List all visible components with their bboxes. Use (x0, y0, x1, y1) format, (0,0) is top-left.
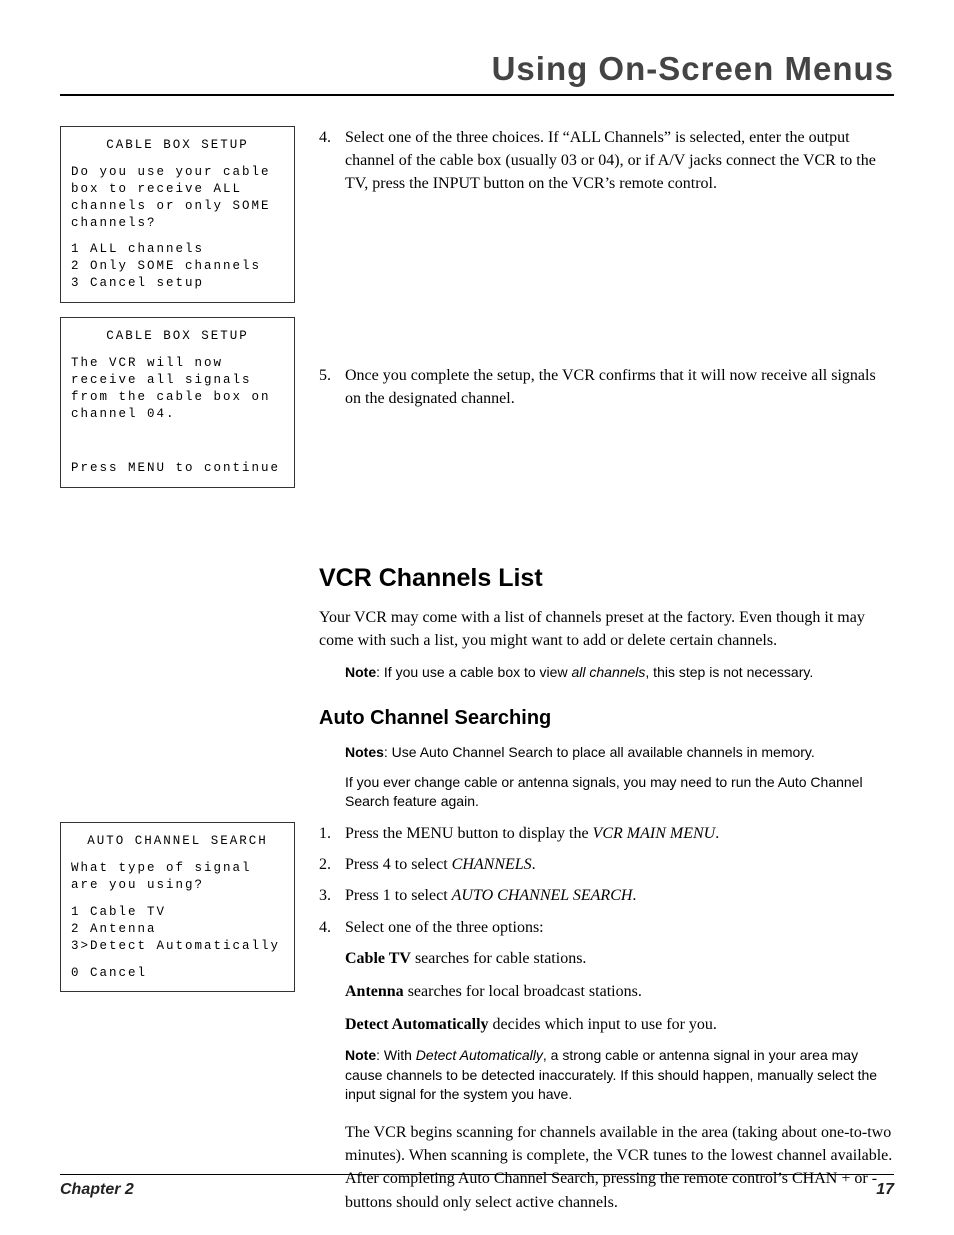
option-name: Detect Automatically (345, 1016, 489, 1033)
option-desc: searches for local broadcast stations. (404, 983, 642, 1000)
step-text: Select one of the three choices. If “ALL… (345, 126, 894, 196)
step-5: 5. Once you complete the setup, the VCR … (319, 364, 894, 410)
footer-page-number: 17 (876, 1181, 894, 1199)
note-text: : With (376, 1047, 416, 1063)
menu-name: AUTO CHANNEL SEARCH (452, 887, 633, 904)
screen-option: 2 Only SOME channels (71, 258, 284, 275)
note: Note: With Detect Automatically, a stron… (345, 1046, 894, 1105)
auto-step-4: 4. Select one of the three options: (319, 916, 894, 939)
screen-option: 1 Cable TV (71, 904, 284, 921)
screen-message: The VCR will now receive all signals fro… (71, 355, 284, 423)
option-desc: decides which input to use for you. (489, 1016, 717, 1033)
text: . (715, 825, 719, 842)
text: Press the MENU button to display the (345, 825, 593, 842)
note-text: : If you use a cable box to view (376, 664, 571, 680)
option-desc: searches for cable stations. (411, 950, 586, 967)
note-italic: all channels (571, 664, 645, 680)
screen-title: CABLE BOX SETUP (71, 328, 284, 345)
page-body: CABLE BOX SETUP Do you use your cable bo… (60, 126, 894, 1224)
screen-prompt: Do you use your cable box to receive ALL… (71, 164, 284, 232)
screen-option: 3>Detect Automatically (71, 938, 284, 955)
option-detect-automatically: Detect Automatically decides which input… (345, 1013, 894, 1036)
paragraph: The VCR begins scanning for channels ava… (345, 1121, 894, 1214)
left-column: CABLE BOX SETUP Do you use your cable bo… (60, 126, 295, 1224)
step-text: Press the MENU button to display the VCR… (345, 822, 719, 845)
option-antenna: Antenna searches for local broadcast sta… (345, 980, 894, 1003)
menu-name: CHANNELS (452, 856, 532, 873)
note: Note: If you use a cable box to view all… (345, 663, 894, 683)
notes-text: If you ever change cable or antenna sign… (345, 773, 894, 812)
screen-option: 2 Antenna (71, 921, 284, 938)
menu-name: VCR MAIN MENU (593, 825, 716, 842)
auto-step-2: 2. Press 4 to select CHANNELS. (319, 853, 894, 876)
text: Press 4 to select (345, 856, 452, 873)
step-number: 2. (319, 853, 345, 876)
text: Press 1 to select (345, 887, 452, 904)
text: . (532, 856, 536, 873)
option-cable-tv: Cable TV searches for cable stations. (345, 947, 894, 970)
page: Using On-Screen Menus CABLE BOX SETUP Do… (0, 0, 954, 1235)
screen-option: 1 ALL channels (71, 241, 284, 258)
step-text: Press 1 to select AUTO CHANNEL SEARCH. (345, 884, 636, 907)
screen-auto-channel-search: AUTO CHANNEL SEARCH What type of signal … (60, 822, 295, 992)
step-number: 4. (319, 916, 345, 939)
screen-title: CABLE BOX SETUP (71, 137, 284, 154)
heading-vcr-channels-list: VCR Channels List (319, 560, 894, 596)
footer-chapter: Chapter 2 (60, 1181, 134, 1199)
screen-cable-box-setup-1: CABLE BOX SETUP Do you use your cable bo… (60, 126, 295, 303)
screen-title: AUTO CHANNEL SEARCH (71, 833, 284, 850)
note-label: Note (345, 664, 376, 680)
note-text: , this step is not necessary. (645, 664, 813, 680)
step-text: Press 4 to select CHANNELS. (345, 853, 536, 876)
header-title: Using On-Screen Menus (492, 50, 894, 87)
screen-option: 3 Cancel setup (71, 275, 284, 292)
paragraph: Your VCR may come with a list of channel… (319, 606, 894, 652)
page-footer: Chapter 2 17 (60, 1174, 894, 1199)
page-header: Using On-Screen Menus (60, 50, 894, 96)
screen-cable-box-setup-2: CABLE BOX SETUP The VCR will now receive… (60, 317, 295, 488)
step-4: 4. Select one of the three choices. If “… (319, 126, 894, 196)
note-label: Note (345, 1047, 376, 1063)
screen-cancel: 0 Cancel (71, 965, 284, 982)
screen-continue: Press MENU to continue (71, 460, 284, 477)
option-name: Antenna (345, 983, 404, 1000)
notes-text: : Use Auto Channel Search to place all a… (384, 744, 815, 760)
text: . (632, 887, 636, 904)
right-column: 4. Select one of the three choices. If “… (319, 126, 894, 1224)
option-name: Cable TV (345, 950, 411, 967)
step-text: Once you complete the setup, the VCR con… (345, 364, 894, 410)
notes: Notes: Use Auto Channel Search to place … (345, 743, 894, 763)
screen-prompt: What type of signal are you using? (71, 860, 284, 894)
step-number: 1. (319, 822, 345, 845)
heading-auto-channel-searching: Auto Channel Searching (319, 704, 894, 733)
note-italic: Detect Automatically (416, 1047, 543, 1063)
step-number: 3. (319, 884, 345, 907)
auto-step-3: 3. Press 1 to select AUTO CHANNEL SEARCH… (319, 884, 894, 907)
auto-step-1: 1. Press the MENU button to display the … (319, 822, 894, 845)
step-number: 5. (319, 364, 345, 410)
step-number: 4. (319, 126, 345, 196)
notes-label: Notes (345, 744, 384, 760)
step-text: Select one of the three options: (345, 916, 544, 939)
